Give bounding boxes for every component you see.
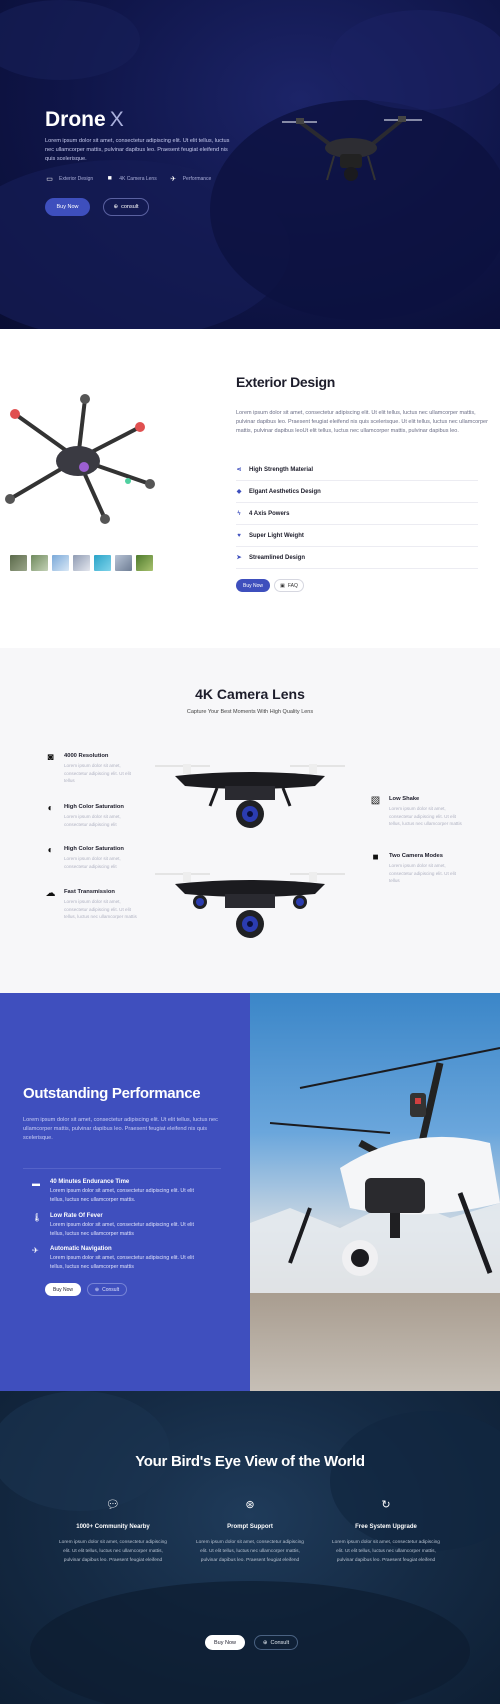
exterior-feature-list: ⋖ High Strength Material ◆ Elgant Aestheti… <box>236 459 478 569</box>
hero-features: ▭ Exterior Design ■ 4K Camera Lens ✈ Per… <box>45 175 211 183</box>
hero-feature-performance[interactable]: ✈ Performance <box>169 175 211 183</box>
list-item: ⋖ High Strength Material <box>236 459 478 481</box>
thumbnail-7[interactable] <box>136 555 153 571</box>
thumbnail-4[interactable] <box>73 555 90 571</box>
performance-description: Lorem ipsum dolor sit amet, consectetur … <box>23 1117 218 1141</box>
camera-feature-transmission: ☁ Fast Transmission Lorem ipsum dolor si… <box>45 888 137 919</box>
camera-drone-image-1 <box>155 764 345 828</box>
thumbnail-2[interactable] <box>31 555 48 571</box>
camera-feature-saturation-2: ◐ High Color Saturation Lorem ipsum dolo… <box>47 845 140 870</box>
thumbnail-1[interactable] <box>10 555 27 571</box>
bolt-icon: ϟ <box>237 510 241 517</box>
performance-item-fever: 🌡︎ Low Rate Of Fever Lorem ipsum dolor s… <box>32 1213 194 1237</box>
chat-icon: 💬︎ <box>106 1499 120 1511</box>
faq-icon: ▣ <box>280 582 285 589</box>
camera-drone-image-2 <box>155 872 345 938</box>
exterior-design-section: Exterior Design Lorem ipsum dolor sit am… <box>0 329 500 648</box>
chat-icon: ⊕ <box>94 1286 100 1293</box>
list-item: ◆ Elgant Aesthetics Design <box>236 481 478 503</box>
hexacopter-drone-image <box>5 394 155 524</box>
hero-feature-camera[interactable]: ■ 4K Camera Lens <box>105 175 157 182</box>
white-drone-image <box>250 1047 500 1293</box>
gallery-thumbnails <box>10 555 153 571</box>
thumbnail-6[interactable] <box>115 555 132 571</box>
birds-eye-feature-upgrade: ↻ Free System Upgrade Lorem ipsum dolor … <box>332 1499 440 1563</box>
birds-eye-buy-button[interactable]: Buy Now <box>205 1635 245 1650</box>
thermometer-icon: 🌡︎ <box>32 1213 43 1222</box>
performance-panel: Outstanding Performance Lorem ipsum dolo… <box>0 993 250 1391</box>
plane-icon: ✈ <box>32 1246 39 1255</box>
birds-eye-feature-community: 💬︎ 1000+ Community Nearby Lorem ipsum do… <box>59 1499 167 1563</box>
hero-title: Drone X <box>45 108 124 131</box>
hero-feature-exterior[interactable]: ▭ Exterior Design <box>45 175 93 183</box>
image-icon: ▧ <box>370 795 381 806</box>
exterior-buy-button[interactable]: Buy Now <box>236 579 270 592</box>
faq-button[interactable]: ▣ FAQ <box>274 579 304 592</box>
camera-icon: ◙ <box>47 752 54 763</box>
hero-description: Lorem ipsum dolor sit amet, consectetur … <box>45 138 230 162</box>
performance-section: Outstanding Performance Lorem ipsum dolo… <box>0 993 500 1391</box>
performance-title: Outstanding Performance <box>23 1085 201 1102</box>
cloud-upload-icon: ☁ <box>45 888 56 899</box>
camera-feature-saturation: ◐ High Color Saturation Lorem ipsum dolo… <box>47 803 140 828</box>
heart-icon: ♥ <box>237 532 241 539</box>
video-camera-icon: ■ <box>372 852 379 863</box>
contrast-icon: ◐ <box>47 803 54 814</box>
chat-icon: ⊕ <box>113 204 119 210</box>
list-item: ϟ4 Axis Powers <box>236 503 478 525</box>
camera-feature-two-modes: ■ Two Camera Modes Lorem ipsum dolor sit… <box>372 852 465 885</box>
share-icon: ⋖ <box>236 467 242 473</box>
monitor-icon: ▭ <box>46 175 53 183</box>
thumbnail-3[interactable] <box>52 555 69 571</box>
contrast-icon: ◐ <box>47 845 54 856</box>
divider <box>23 1168 221 1169</box>
exterior-title: Exterior Design <box>236 374 335 390</box>
lifebuoy-icon: ⊛ <box>245 1499 255 1511</box>
birds-eye-consult-button[interactable]: ⊕ Consult <box>254 1635 298 1650</box>
birds-eye-title: Your Bird's Eye View of the World <box>135 1453 365 1470</box>
performance-consult-button[interactable]: ⊕ Consult <box>87 1283 127 1296</box>
video-camera-icon: ■ <box>107 175 112 182</box>
tag-icon: ◆ <box>236 489 242 495</box>
hero-consult-button[interactable]: ⊕ consult <box>103 198 149 216</box>
chat-icon: ⊕ <box>262 1639 268 1646</box>
send-icon: ➤ <box>236 555 242 561</box>
hero-section: Drone X Lorem ipsum dolor sit amet, conse… <box>0 0 500 329</box>
hero-drone-image <box>282 116 422 181</box>
performance-drone-photo <box>250 993 500 1391</box>
refresh-icon: ↻ <box>381 1499 391 1511</box>
performance-item-endurance: ▬ 40 Minutes Endurance Time Lorem ipsum … <box>32 1179 194 1203</box>
camera-lens-section: 4K Camera Lens Capture Your Best Moments… <box>0 648 500 993</box>
airplane-icon: ✈ <box>170 175 177 183</box>
performance-item-navigation: ✈ Automatic Navigation Lorem ipsum dolor… <box>32 1246 194 1270</box>
list-item: ➤ Streamlined Design <box>236 547 478 569</box>
camera-feature-low-shake: ▧ Low Shake Lorem ipsum dolor sit amet, … <box>370 795 462 826</box>
camera-title: 4K Camera Lens <box>195 686 305 702</box>
thumbnail-5[interactable] <box>94 555 111 571</box>
hero-buy-button[interactable]: Buy Now <box>45 198 90 216</box>
camera-feature-resolution: ◙ 4000 Resolution Lorem ipsum dolor sit … <box>47 752 140 785</box>
camera-subtitle: Capture Your Best Moments With High Qual… <box>186 709 314 715</box>
birds-eye-section: Your Bird's Eye View of the World 💬︎ 100… <box>0 1391 500 1704</box>
performance-buy-button[interactable]: Buy Now <box>45 1283 81 1296</box>
birds-eye-feature-support: ⊛ Prompt Support Lorem ipsum dolor sit a… <box>196 1499 304 1563</box>
battery-icon: ▬ <box>32 1179 40 1188</box>
exterior-description: Lorem ipsum dolor sit amet, consectetur … <box>236 410 488 434</box>
list-item: ♥ Super Light Weight <box>236 525 478 547</box>
